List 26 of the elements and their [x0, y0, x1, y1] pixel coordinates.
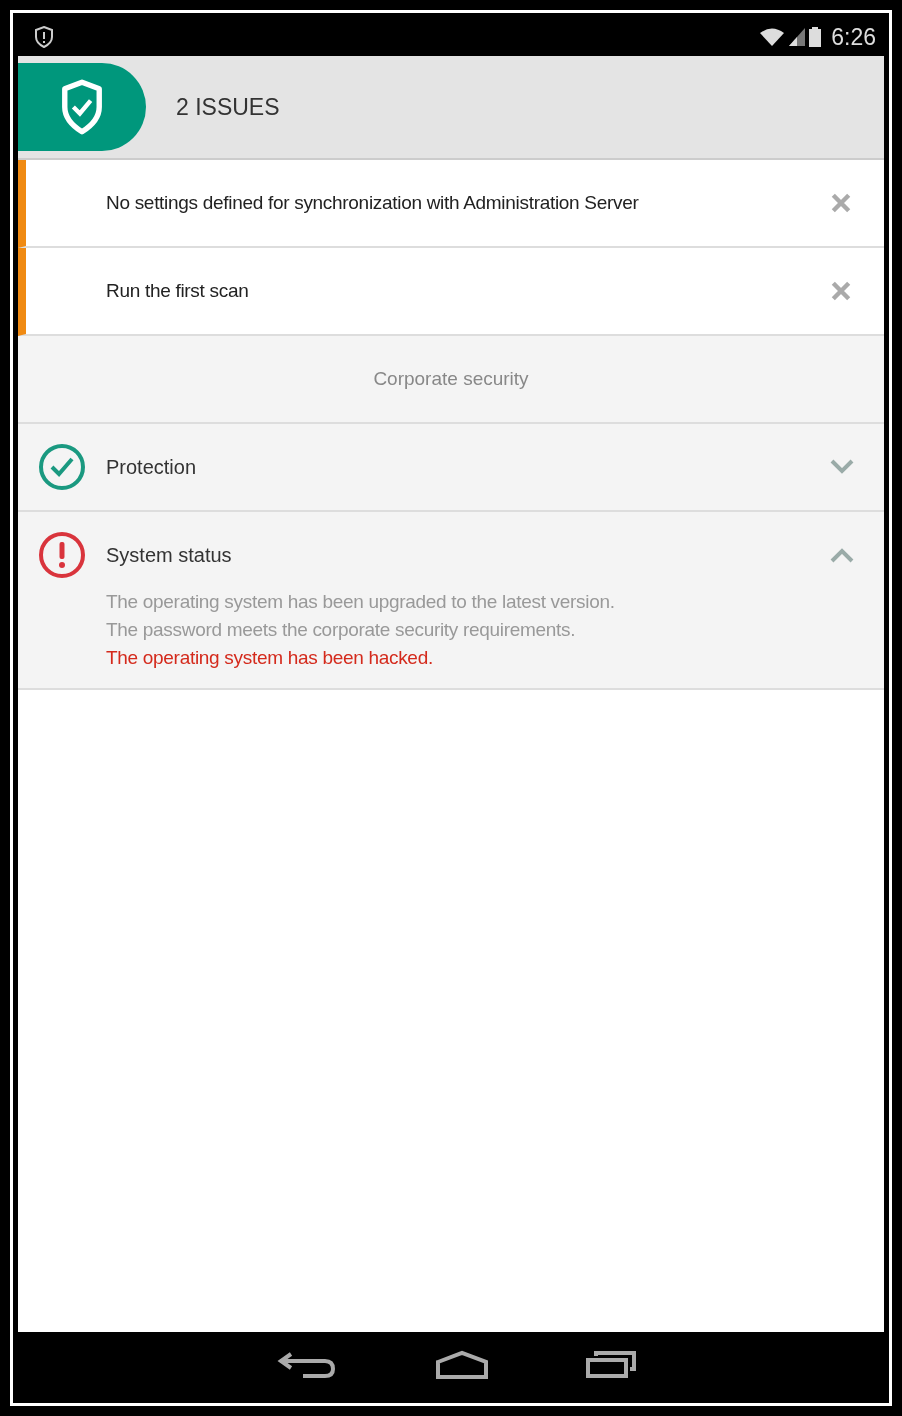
recent-apps-icon[interactable]: [584, 1350, 637, 1380]
issues-title: 2 ISSUES: [176, 93, 280, 121]
issue-row[interactable]: No settings defined for synchronization with Administration Server: [18, 160, 884, 248]
status-line: The password meets the corporate security requirements.: [106, 618, 577, 642]
issue-row[interactable]: Run the first scan: [18, 248, 884, 336]
section-title: Corporate security: [373, 368, 529, 390]
group-title: Protection: [106, 455, 198, 479]
exclamation-circle-icon: [38, 531, 86, 579]
shield-check-icon: [60, 79, 104, 135]
clock: 6:26: [831, 23, 876, 51]
status-line: The operating system has been upgraded to the latest version.: [106, 590, 616, 614]
shield-alert-icon: [34, 26, 54, 48]
signal-icon: [789, 27, 806, 47]
status-line: The operating system has been hacked.: [106, 646, 434, 670]
home-icon[interactable]: [434, 1350, 490, 1380]
wifi-icon: [759, 27, 786, 47]
issue-text: No settings defined for synchronization with Administration Server: [106, 192, 640, 214]
group-title: System status: [106, 543, 233, 567]
issue-text: Run the first scan: [106, 280, 250, 302]
group-header[interactable]: Protection: [18, 424, 884, 510]
chevron-down-icon[interactable]: [830, 459, 854, 475]
battery-icon: [809, 27, 822, 47]
check-circle-icon: [38, 443, 86, 491]
close-icon[interactable]: [830, 192, 852, 214]
chevron-up-icon[interactable]: [830, 547, 854, 563]
close-icon[interactable]: [830, 280, 852, 302]
